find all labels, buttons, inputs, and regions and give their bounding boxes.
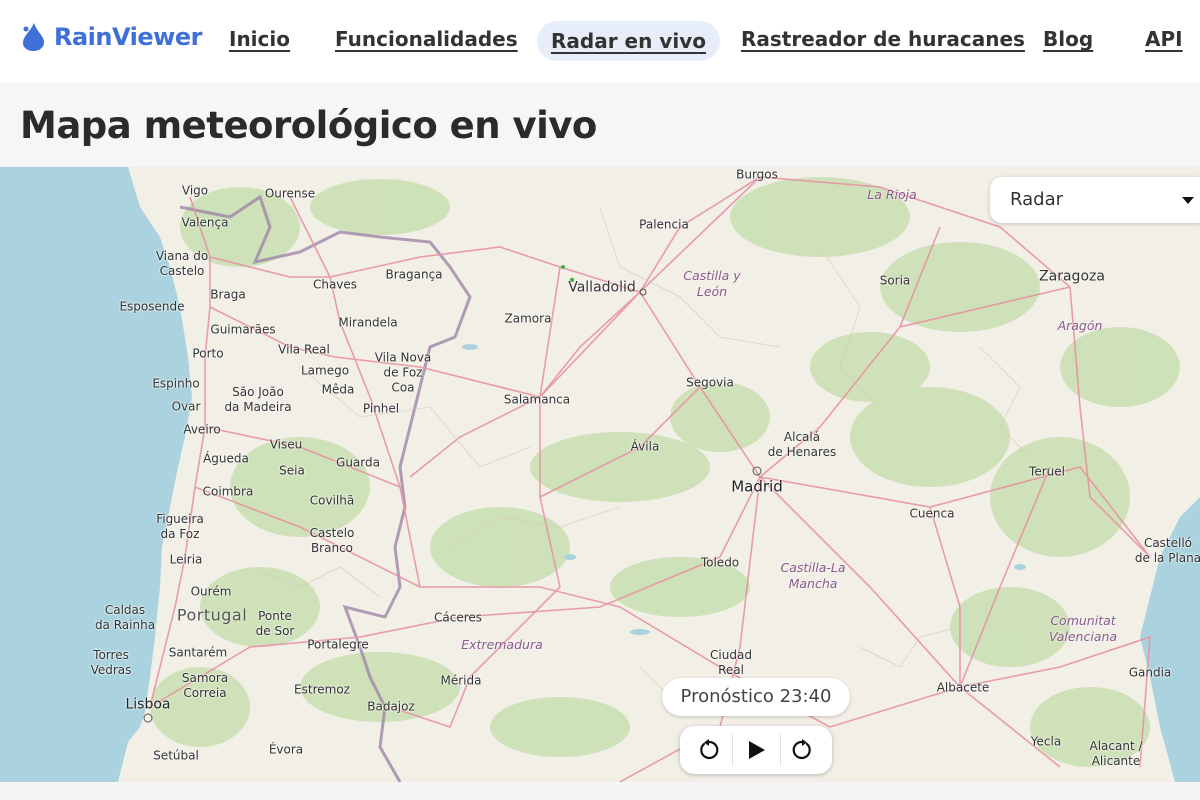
place-label: Zamora: [504, 311, 552, 326]
place-label: Mirandela: [338, 315, 398, 330]
place-label: Teruel: [1029, 464, 1065, 479]
rewind-icon: [700, 739, 719, 760]
forward-icon: [792, 739, 811, 760]
place-label: Lisboa: [125, 696, 171, 713]
layer-select[interactable]: Radar: [990, 177, 1200, 223]
place-label: Zaragoza: [1039, 268, 1105, 285]
place-label: Bragança: [385, 267, 443, 282]
region-label: Castilla y León: [683, 268, 741, 299]
place-label: Ávila: [630, 439, 660, 454]
place-label: Ponte de Sor: [255, 609, 295, 638]
place-label: Ourense: [264, 186, 316, 201]
place-label: Salamanca: [503, 392, 571, 407]
country-label: Portugal: [176, 605, 248, 625]
place-label: Portalegre: [307, 637, 369, 652]
place-label: Ciudad Real: [710, 648, 752, 677]
place-label: Badajoz: [367, 699, 415, 714]
place-label: Guimarães: [210, 322, 276, 337]
place-label: Esposende: [119, 299, 185, 314]
place-label: Cuenca: [909, 506, 955, 521]
place-label: Chaves: [312, 277, 358, 292]
rewind-button[interactable]: [684, 726, 734, 774]
place-label: Viana do Castelo: [155, 249, 209, 278]
logo[interactable]: RainViewer: [20, 22, 202, 52]
place-label: Braga: [210, 287, 246, 302]
place-label: Viseu: [269, 437, 303, 452]
place-label: Vigo: [181, 183, 209, 198]
place-label: Espinho: [152, 376, 200, 391]
place-label: Gandia: [1128, 665, 1172, 680]
place-label: Ovar: [171, 399, 201, 414]
place-label: Palencia: [639, 217, 689, 232]
footer-strip: [0, 782, 1200, 800]
place-label: Évora: [268, 742, 304, 757]
place-label: Seia: [279, 463, 305, 478]
place-label: Burgos: [736, 167, 778, 182]
place-label: Ourém: [190, 584, 232, 599]
nav-item-blog[interactable]: Blog: [1043, 27, 1093, 51]
place-label: Madrid: [731, 477, 783, 496]
place-label: Vila Nova de Foz Coa: [374, 350, 432, 395]
nav-item-rastreador-huracanes[interactable]: Rastreador de huracanes: [741, 27, 1025, 51]
place-label: Samora Correia: [181, 671, 229, 700]
forecast-time-label: Pronóstico 23:40: [662, 678, 850, 716]
playback-controls: [680, 726, 832, 774]
brand-name: RainViewer: [54, 23, 202, 51]
place-label: Águeda: [203, 451, 249, 466]
place-label: Valladolid: [568, 279, 636, 296]
place-label: Valença: [181, 215, 229, 230]
nav-item-radar-en-vivo[interactable]: Radar en vivo: [537, 21, 720, 61]
caret-down-icon: [1182, 197, 1194, 204]
nav-item-funcionalidades[interactable]: Funcionalidades: [335, 27, 518, 51]
place-label: Castelló de la Plana: [1134, 536, 1200, 565]
place-label: Estremoz: [294, 682, 350, 697]
place-label: Segovia: [686, 375, 734, 390]
play-button[interactable]: [731, 726, 781, 774]
nav-item-api[interactable]: API: [1145, 27, 1183, 51]
region-label: Castilla-La Mancha: [780, 560, 846, 591]
forward-button[interactable]: [777, 726, 827, 774]
layer-select-value: Radar: [1010, 189, 1063, 210]
region-label: Comunitat Valenciana: [1048, 613, 1118, 644]
place-label: Covilhã: [309, 493, 355, 508]
region-label: Extremadura: [461, 637, 543, 652]
nav-item-inicio[interactable]: Inicio: [229, 27, 290, 51]
raindrop-logo-icon: [23, 23, 44, 51]
place-label: Soria: [879, 273, 911, 288]
place-label: Vila Real: [278, 342, 330, 357]
place-label: Alacant / Alicante: [1089, 739, 1143, 768]
place-label: Pinhel: [362, 401, 400, 416]
place-label: Porto: [192, 346, 224, 361]
place-label: Toledo: [700, 555, 740, 570]
place-label: Alcalá de Henares: [767, 430, 837, 459]
place-label: Cáceres: [433, 610, 483, 625]
place-label: Aveiro: [183, 422, 221, 437]
page-title: Mapa meteorológico en vivo: [20, 104, 597, 147]
place-label: Albacete: [936, 680, 990, 695]
weather-map[interactable]: Vigo Ourense Valença Viana do Castelo Ch…: [0, 167, 1200, 782]
place-label: Castelo Branco: [309, 526, 355, 555]
place-label: Leiria: [169, 552, 203, 567]
place-label: Mêda: [321, 382, 355, 397]
place-label: Torres Vedras: [90, 648, 132, 677]
place-label: Figueira da Foz: [156, 512, 204, 541]
place-label: Mérida: [440, 673, 482, 688]
top-navbar: RainViewer Inicio Funcionalidades Radar …: [0, 0, 1200, 82]
place-label: Guarda: [336, 455, 380, 470]
play-icon: [749, 741, 765, 759]
place-label: Santarém: [168, 645, 228, 660]
place-label: Coimbra: [202, 484, 254, 499]
region-label: Aragón: [1057, 318, 1103, 333]
region-label: La Rioja: [867, 187, 917, 202]
place-label: Caldas da Rainha: [94, 603, 156, 632]
place-label: Lamego: [300, 363, 350, 378]
place-label: São João da Madeira: [224, 385, 292, 414]
place-label: Setúbal: [153, 748, 199, 763]
place-label: Yecla: [1030, 734, 1062, 749]
